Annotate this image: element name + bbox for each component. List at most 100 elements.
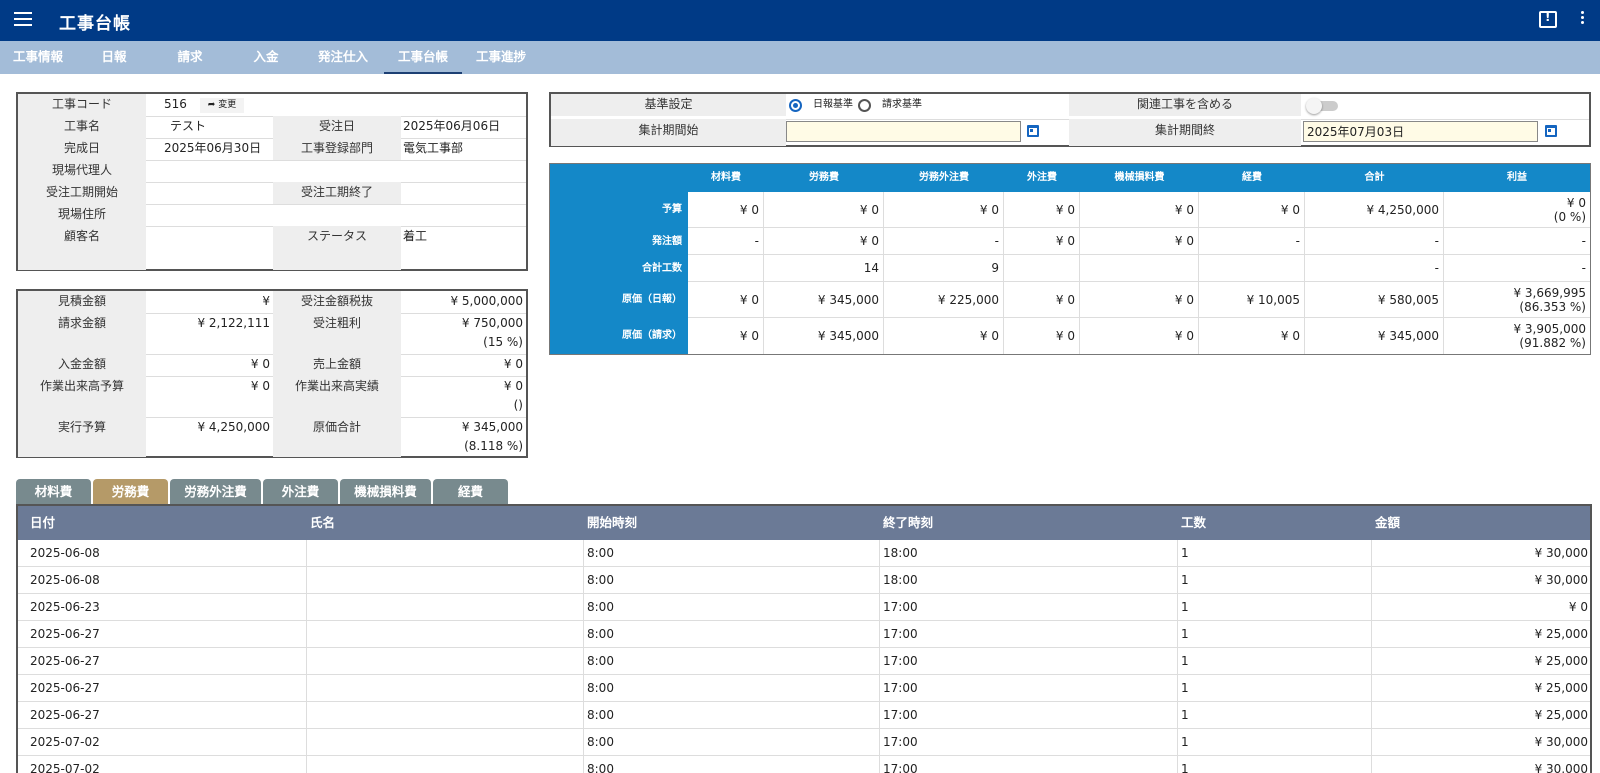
cost-cell: ¥ 10,005 <box>1199 282 1305 318</box>
cost-cell <box>1080 255 1199 282</box>
work-budget-label: 作業出来高予算 <box>18 376 146 417</box>
cost-value: ¥ 0 <box>979 329 999 343</box>
cost-cell: - <box>1305 228 1444 255</box>
cost-cell-profit: - <box>1444 228 1590 255</box>
tab-construction-info[interactable]: 工事情報 <box>0 41 76 74</box>
gross-percent: (15 %) <box>483 335 523 349</box>
table-row[interactable]: 2025-06-27 8:00 17:00 1 ¥ 25,000 <box>18 648 1590 675</box>
calendar-icon[interactable] <box>1545 125 1557 137</box>
cell-start: 8:00 <box>587 735 614 749</box>
cost-value: - <box>1581 261 1586 275</box>
cost-label: 原価合計 <box>273 417 401 457</box>
feedback-icon[interactable] <box>1539 10 1557 28</box>
cost-cell: ¥ 0 <box>688 282 764 318</box>
menu-icon[interactable] <box>14 12 32 28</box>
table-row[interactable]: 2025-06-27 8:00 17:00 1 ¥ 25,000 <box>18 621 1590 648</box>
cell-start: 8:00 <box>587 681 614 695</box>
tab-deposit[interactable]: 入金 <box>228 41 304 74</box>
cell-amount: ¥ 25,000 <box>1534 654 1588 668</box>
cost-cell: ¥ 0 <box>884 192 1004 228</box>
header-end: 終了時刻 <box>883 515 934 530</box>
tab-billing[interactable]: 請求 <box>152 41 228 74</box>
cost-cell: - <box>1305 255 1444 282</box>
table-row[interactable]: 2025-07-02 8:00 17:00 1 ¥ 30,000 <box>18 756 1590 773</box>
period-end-input[interactable]: 2025年07月03日 <box>1303 121 1538 142</box>
cost-cell: - <box>688 228 764 255</box>
cell-start: 8:00 <box>587 546 614 560</box>
cost-value: ¥ 0 <box>979 202 999 217</box>
subtab-outsource[interactable]: 外注費 <box>263 479 338 504</box>
cost-value: ¥ 0 <box>1566 195 1586 210</box>
cell-end: 18:00 <box>883 573 918 587</box>
cell-date: 2025-06-27 <box>30 627 100 641</box>
cell-date: 2025-06-27 <box>30 654 100 668</box>
cell-date: 2025-06-08 <box>30 546 100 560</box>
cost-cell: ¥ 0 <box>1080 192 1199 228</box>
cell-manhours: 1 <box>1181 708 1189 722</box>
more-vert-icon[interactable] <box>1581 11 1585 27</box>
cell-end: 17:00 <box>883 708 918 722</box>
sales-value: ¥ 0 <box>503 357 523 371</box>
table-row[interactable]: 2025-06-27 8:00 17:00 1 ¥ 25,000 <box>18 702 1590 729</box>
tab-daily-report[interactable]: 日報 <box>76 41 152 74</box>
period-start-input[interactable] <box>786 121 1021 142</box>
cost-cell: - <box>1199 228 1305 255</box>
header-manhours: 工数 <box>1181 515 1207 530</box>
billing-value: ¥ 2,122,111 <box>197 316 270 330</box>
cell-manhours: 1 <box>1181 762 1189 773</box>
cell-end: 17:00 <box>883 762 918 773</box>
app-bar: 工事台帳 <box>0 0 1600 41</box>
tab-progress[interactable]: 工事進捗 <box>462 41 540 74</box>
cost-cell: ¥ 0 <box>1080 282 1199 318</box>
cost-cell: ¥ 0 <box>1004 318 1080 354</box>
tab-ledger[interactable]: 工事台帳 <box>384 41 462 74</box>
subtab-labor-outsource[interactable]: 労務外注費 <box>170 479 261 504</box>
table-row[interactable]: 2025-07-02 8:00 17:00 1 ¥ 30,000 <box>18 729 1590 756</box>
cost-cell: ¥ 0 <box>1004 228 1080 255</box>
cell-amount: ¥ 25,000 <box>1534 627 1588 641</box>
subtab-labor[interactable]: 労務費 <box>93 479 168 504</box>
subtab-machine[interactable]: 機械損料費 <box>340 479 431 504</box>
cell-date: 2025-06-27 <box>30 708 100 722</box>
cost-cell <box>1004 255 1080 282</box>
table-row[interactable]: 2025-06-23 8:00 17:00 1 ¥ 0 <box>18 594 1590 621</box>
radio-billing-basis[interactable] <box>858 99 871 112</box>
cell-amount: ¥ 30,000 <box>1534 735 1588 749</box>
cost-row-label: 予算 <box>550 192 688 228</box>
cost-row-label: 原価（日報） <box>550 282 688 318</box>
calendar-icon[interactable] <box>1027 125 1039 137</box>
sales-label: 売上金額 <box>273 354 401 376</box>
cost-cell: ¥ 345,000 <box>1305 318 1444 354</box>
cell-end: 17:00 <box>883 681 918 695</box>
cost-header-labor: 労務費 <box>764 164 884 192</box>
cost-value: - <box>1581 234 1586 248</box>
settings-panel: 基準設定 日報基準 請求基準 関連工事を含める 集計期間始 集計期間終 2025… <box>549 92 1591 147</box>
detail-header: 日付 氏名 開始時刻 終了時刻 工数 金額 <box>18 506 1590 540</box>
customer-value <box>146 226 273 248</box>
period-end-value <box>401 182 526 204</box>
period-start-label: 集計期間始 <box>551 119 786 146</box>
cost-cell: ¥ 580,005 <box>1305 282 1444 318</box>
cost-cell <box>688 255 764 282</box>
period-start-label: 受注工期開始 <box>18 182 146 204</box>
table-row[interactable]: 2025-06-08 8:00 18:00 1 ¥ 30,000 <box>18 567 1590 594</box>
cell-manhours: 1 <box>1181 573 1189 587</box>
cost-cell: - <box>884 228 1004 255</box>
cost-value: 9 <box>991 261 999 275</box>
cell-date: 2025-06-08 <box>30 573 100 587</box>
subtab-material[interactable]: 材料費 <box>16 479 91 504</box>
radio-daily-basis[interactable] <box>789 99 802 112</box>
change-code-button[interactable]: ➦ 変更 <box>200 98 244 113</box>
cost-header-profit: 利益 <box>1444 164 1590 192</box>
customer-label: 顧客名 <box>18 226 146 270</box>
cell-amount: ¥ 25,000 <box>1534 681 1588 695</box>
cell-amount: ¥ 30,000 <box>1534 573 1588 587</box>
tab-purchase[interactable]: 発注仕入 <box>304 41 382 74</box>
cost-percent: (8.118 %) <box>464 439 523 453</box>
table-row[interactable]: 2025-06-27 8:00 17:00 1 ¥ 25,000 <box>18 675 1590 702</box>
table-row[interactable]: 2025-06-08 8:00 18:00 1 ¥ 30,000 <box>18 540 1590 567</box>
order-date-label: 受注日 <box>273 116 401 138</box>
related-toggle[interactable] <box>1306 98 1338 114</box>
subtab-expense[interactable]: 経費 <box>433 479 508 504</box>
cell-start: 8:00 <box>587 600 614 614</box>
